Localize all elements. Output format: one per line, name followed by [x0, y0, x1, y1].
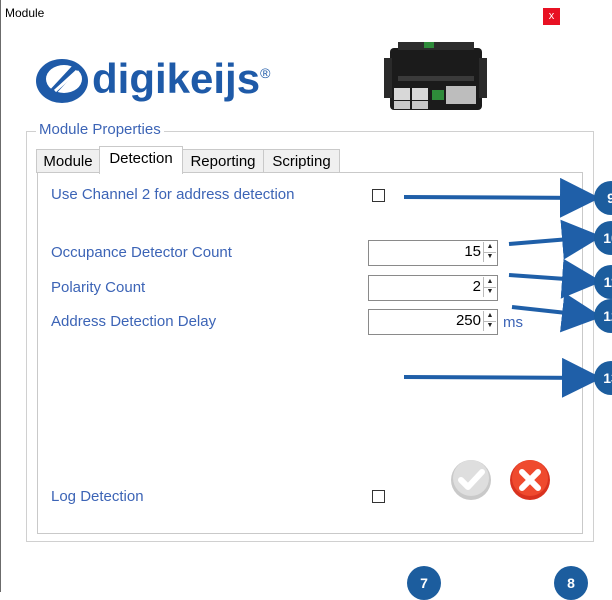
arrow-10	[508, 219, 602, 260]
arrow-11	[508, 258, 602, 299]
arrow-12	[511, 292, 602, 333]
arrow-9	[403, 177, 600, 218]
cancel-button[interactable]	[508, 458, 552, 502]
annotation-badge-8: 8	[554, 566, 588, 600]
annotation-arrows	[403, 177, 602, 398]
tab-detection[interactable]: Detection	[99, 146, 183, 174]
arrow-13	[403, 357, 602, 398]
annotation-badge-7: 7	[407, 566, 441, 600]
ok-button[interactable]	[449, 458, 493, 502]
